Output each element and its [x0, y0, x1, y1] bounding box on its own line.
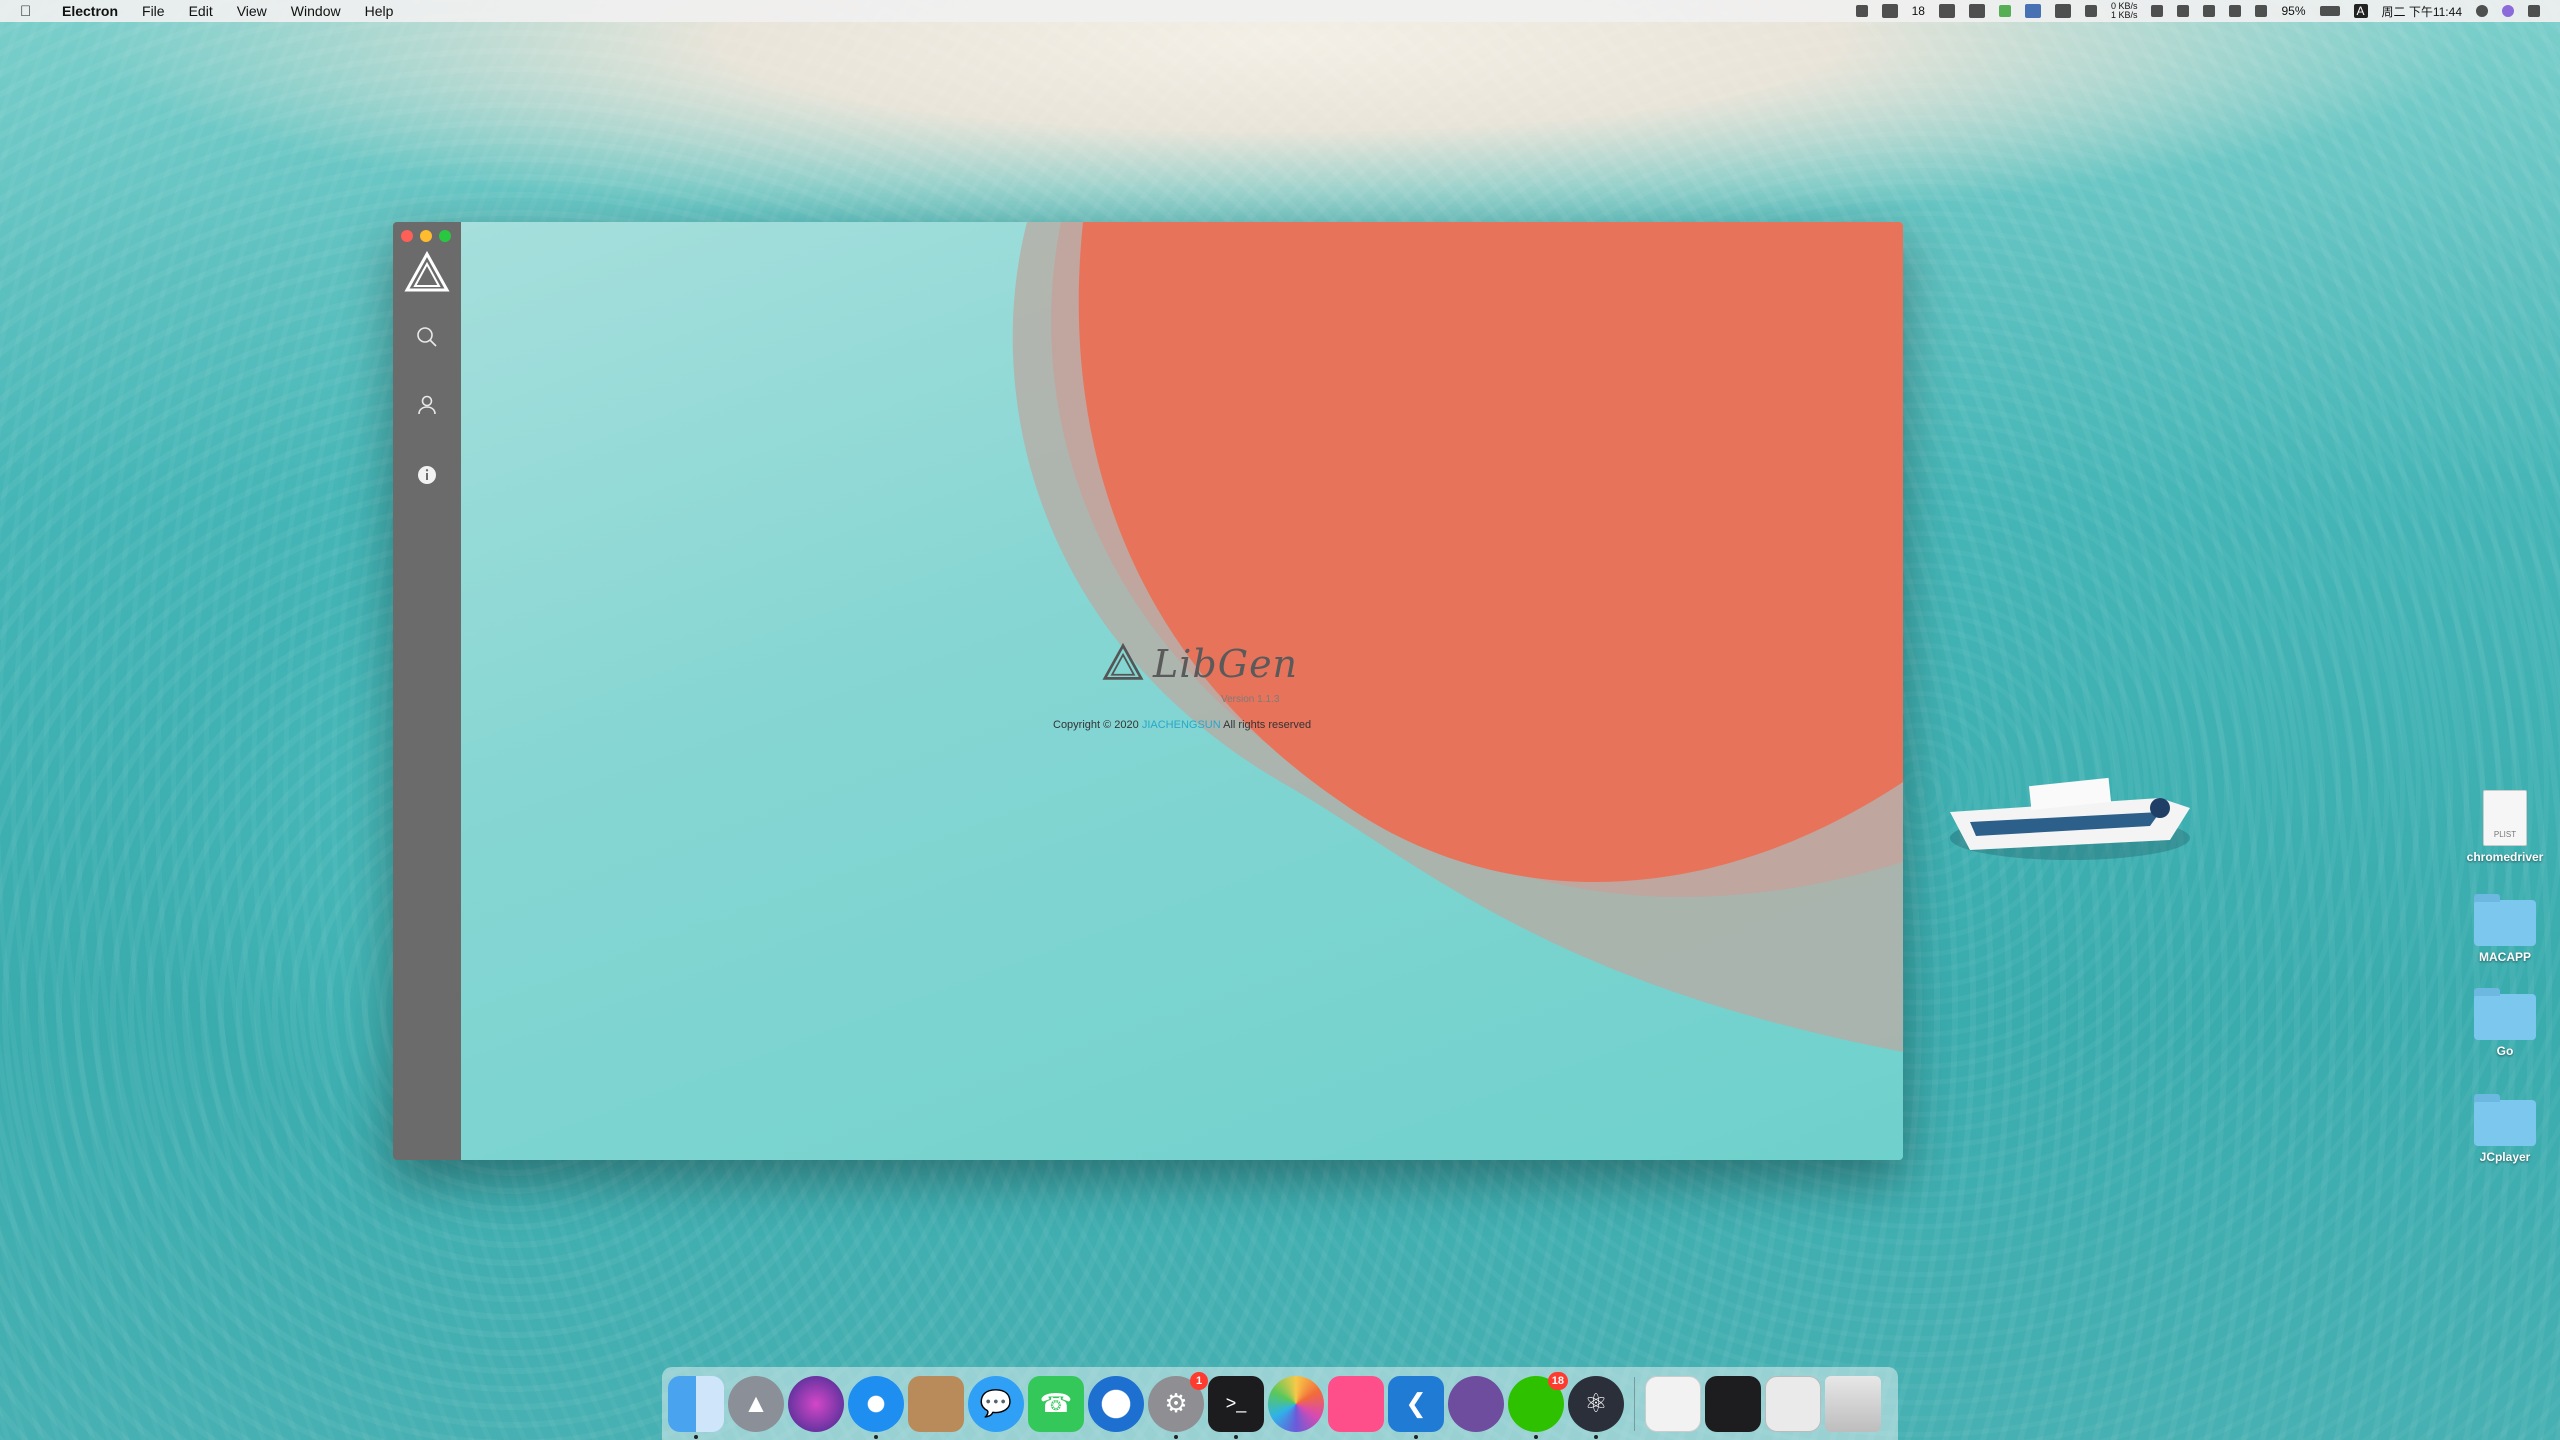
file-type-tag: PLIST: [2493, 830, 2517, 839]
running-indicator: [694, 1434, 698, 1439]
user-icon: [418, 395, 436, 415]
spotlight-search-icon[interactable]: [2476, 5, 2488, 17]
desktop-folder-macapp[interactable]: MACAPP: [2460, 894, 2550, 964]
copyright-prefix: Copyright © 2020: [1053, 719, 1139, 731]
wechat-count: 18: [1911, 4, 1925, 18]
notification-center-icon[interactable]: [2528, 5, 2540, 17]
system-preferences-icon[interactable]: ⚙ 1: [1148, 1371, 1208, 1439]
desktop-folder-jcplayer[interactable]: JCplayer: [2460, 1094, 2550, 1164]
downloads-stack-icon[interactable]: [1765, 1375, 1821, 1432]
menu-help[interactable]: Help: [353, 0, 406, 22]
libgen-logo-icon: [1102, 642, 1144, 680]
zoom-window-button[interactable]: [439, 230, 451, 242]
desktop-file-chromedriver[interactable]: PLIST chromedriver: [2460, 790, 2550, 864]
notification-badge: 18: [1547, 1371, 1568, 1390]
siri-icon[interactable]: [2502, 5, 2514, 17]
display-tray-icon[interactable]: [2024, 4, 2041, 18]
trash-icon[interactable]: [1825, 1375, 1881, 1432]
quicktime-icon[interactable]: [1088, 1375, 1144, 1432]
launchpad-icon[interactable]: ▲: [728, 1375, 784, 1432]
clock[interactable]: 周二 下午11:44: [2382, 3, 2462, 20]
menu-view[interactable]: View: [225, 0, 279, 22]
messages-icon[interactable]: 💬: [968, 1375, 1024, 1432]
folder-icon: [2474, 894, 2536, 946]
menu-edit[interactable]: Edit: [177, 0, 225, 22]
cast-tray-icon[interactable]: [2084, 5, 2097, 17]
main-content: LibGen Version 1.1.3 Copyright © 2020 JI…: [461, 222, 1903, 1160]
running-indicator: [1234, 1434, 1238, 1439]
running-indicator: [1414, 1434, 1418, 1439]
storage-tray-icon[interactable]: [2151, 5, 2164, 17]
minimize-window-button[interactable]: [420, 230, 432, 242]
dock-separator: [1634, 1376, 1635, 1431]
copyright-suffix: All rights reserved: [1223, 719, 1312, 731]
copyright-text: Copyright © 2020 JIACHENGSUN All rights …: [1053, 719, 1311, 731]
terminal-icon[interactable]: >_: [1208, 1375, 1264, 1439]
printer-tray-icon[interactable]: [2054, 4, 2071, 18]
notification-tray-icon[interactable]: [1968, 4, 1985, 18]
running-indicator: [1174, 1434, 1178, 1439]
eject-tray-icon[interactable]: [2229, 5, 2242, 17]
vscode-icon[interactable]: ❮: [1388, 1375, 1444, 1439]
close-window-button[interactable]: [401, 230, 413, 242]
cleanmymac-icon[interactable]: [1328, 1375, 1384, 1432]
minimized-window-icon[interactable]: [1705, 1375, 1761, 1432]
running-indicator: [874, 1434, 878, 1439]
author-link[interactable]: JIACHENGSUN: [1142, 719, 1221, 731]
dropbox-tray-icon[interactable]: [1938, 4, 1955, 18]
menu-file[interactable]: File: [130, 0, 177, 22]
desktop-icon-label: JCplayer: [2479, 1150, 2531, 1164]
desktop-icon-label: chromedriver: [2466, 850, 2544, 864]
volume-tray-icon[interactable]: [2255, 5, 2268, 17]
sidebar: [393, 222, 461, 1160]
safari-icon[interactable]: [848, 1375, 904, 1439]
info-button[interactable]: [412, 460, 442, 490]
dock: ▲ 💬 ☎ ⚙ 1 >_ ❮ 18 ⚛: [662, 1367, 1898, 1440]
folder-icon: [2474, 1094, 2536, 1146]
siri-app-icon[interactable]: [788, 1375, 844, 1432]
input-method[interactable]: A: [2353, 4, 2368, 18]
menu-window[interactable]: Window: [279, 0, 353, 22]
app-version: Version 1.1.3: [1221, 694, 1280, 705]
electron-icon[interactable]: ⚛: [1568, 1375, 1624, 1439]
notification-badge: 1: [1190, 1371, 1208, 1390]
window-thumbnail-icon[interactable]: [1645, 1375, 1701, 1432]
battery-percent: 95%: [2281, 4, 2306, 18]
xcode-preview-icon[interactable]: [908, 1375, 964, 1432]
user-button[interactable]: [412, 390, 442, 420]
app-menu[interactable]: Electron: [56, 0, 130, 22]
menu-bar:  Electron File Edit View Window Help 18…: [0, 0, 2560, 22]
signal-tray-icon[interactable]: [1998, 5, 2011, 17]
wechat-icon[interactable]: 18: [1508, 1371, 1568, 1439]
libgen-window: LibGen Version 1.1.3 Copyright © 2020 JI…: [393, 222, 1903, 1160]
desktop-icon-label: MACAPP: [2478, 950, 2531, 964]
folder-icon: [2474, 988, 2536, 1040]
app-title: LibGen: [1153, 642, 1299, 686]
desktop-folder-go[interactable]: Go: [2460, 988, 2550, 1058]
finder-icon[interactable]: [668, 1375, 724, 1439]
plist-file-icon: PLIST: [2483, 790, 2527, 846]
search-button[interactable]: [412, 322, 442, 352]
desktop-icon-label: Go: [2496, 1044, 2514, 1058]
github-desktop-icon[interactable]: [1448, 1375, 1504, 1432]
boat-wallpaper-detail: [1950, 777, 2190, 860]
libgen-logo-icon[interactable]: [403, 250, 451, 294]
triangle-tray-icon[interactable]: [1855, 5, 1868, 17]
clipboard-tray-icon[interactable]: [2177, 5, 2190, 17]
photos-icon[interactable]: [1268, 1375, 1324, 1432]
network-speed: 0 KB/s 1 KB/s: [2111, 2, 2138, 20]
info-icon: [418, 466, 436, 484]
wifi-tray-icon[interactable]: [2203, 5, 2216, 17]
running-indicator: [1534, 1434, 1538, 1439]
search-icon: [417, 327, 437, 347]
window-controls: [401, 230, 451, 242]
net-down-speed: 1 KB/s: [2110, 10, 2138, 20]
facetime-icon[interactable]: ☎: [1028, 1375, 1084, 1432]
splash-screen: LibGen Version 1.1.3 Copyright © 2020 JI…: [461, 222, 1903, 1160]
running-indicator: [1594, 1434, 1598, 1439]
battery-icon[interactable]: [2319, 6, 2340, 16]
wechat-tray-icon[interactable]: [1881, 4, 1898, 18]
apple-menu-icon[interactable]: : [20, 3, 40, 20]
